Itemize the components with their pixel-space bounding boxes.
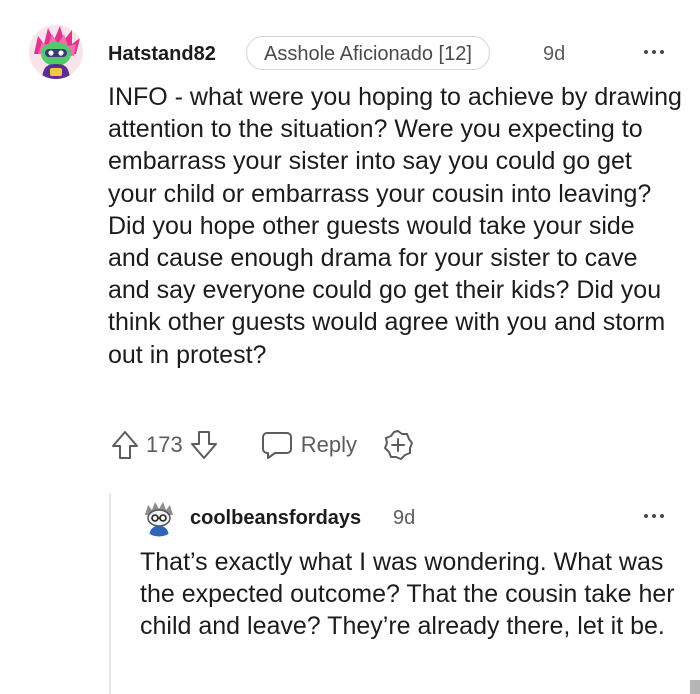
user-flair: Asshole Aficionado [12]: [246, 36, 490, 70]
reply-author[interactable]: coolbeansfordays: [190, 504, 361, 532]
reply-avatar[interactable]: [140, 499, 178, 537]
reply-more-options-button[interactable]: [640, 502, 668, 530]
reply-timestamp: 9d: [393, 507, 416, 529]
award-plus-icon: [383, 430, 413, 460]
snoo-avatar-icon: [29, 25, 83, 79]
comment-actions: 173 Reply: [108, 425, 415, 465]
downvote-button[interactable]: [187, 427, 221, 463]
reply-label: Reply: [300, 432, 357, 457]
avatar[interactable]: [28, 24, 84, 80]
vote-count: 173: [146, 432, 183, 457]
more-options-button[interactable]: [640, 38, 668, 66]
more-options-icon: [644, 514, 664, 518]
comment-author[interactable]: Hatstand82: [108, 40, 216, 68]
comment-body: INFO - what were you hoping to achieve b…: [108, 83, 682, 369]
comment: Hatstand82 Asshole Aficionado [12] 9d IN…: [0, 0, 700, 490]
reply-body: That’s exactly what I was wondering. Wha…: [140, 548, 675, 641]
scrollbar-thumb[interactable]: [690, 680, 700, 694]
thread-line[interactable]: [109, 493, 111, 694]
snoo-avatar-icon: [140, 499, 178, 537]
upvote-button[interactable]: [108, 427, 142, 463]
downvote-arrow-icon: [190, 431, 217, 459]
reply-button[interactable]: Reply: [261, 427, 357, 463]
more-options-icon: [644, 50, 664, 54]
speech-bubble-icon: [261, 432, 292, 459]
comment-timestamp: 9d: [543, 43, 566, 65]
upvote-arrow-icon: [112, 431, 138, 459]
award-button[interactable]: [381, 427, 415, 463]
